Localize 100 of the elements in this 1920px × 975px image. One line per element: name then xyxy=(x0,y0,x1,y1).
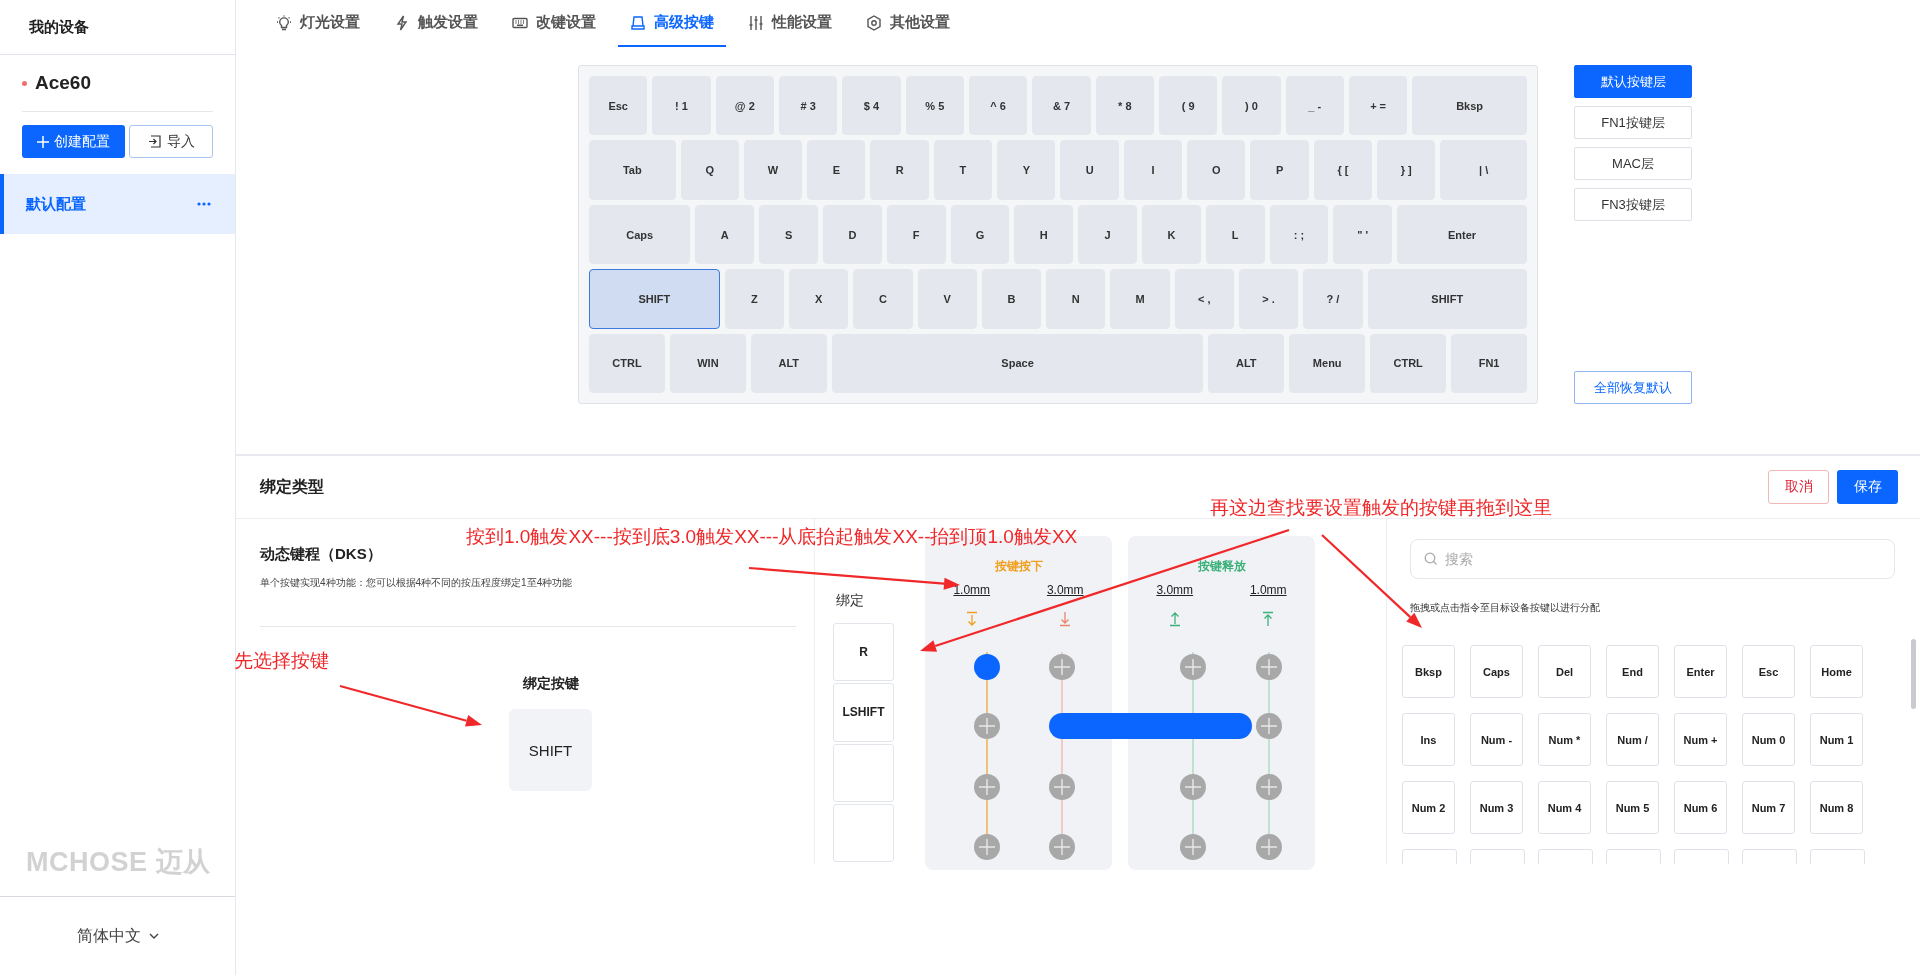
language-select[interactable]: 简体中文 xyxy=(76,925,141,947)
keyboard-key[interactable]: " ' xyxy=(1333,204,1393,265)
keyboard-key[interactable]: & 7 xyxy=(1032,76,1091,136)
binding-slot[interactable]: LSHIFT xyxy=(833,683,894,742)
keyboard-key[interactable]: Menu xyxy=(1289,333,1366,394)
keyboard-key[interactable]: ? / xyxy=(1303,269,1363,329)
keyboard-key[interactable]: } ] xyxy=(1377,140,1436,200)
keyboard-key[interactable]: V xyxy=(917,269,977,329)
empty-slot[interactable] xyxy=(833,743,894,802)
key-tile[interactable]: Num * xyxy=(1538,713,1591,766)
keyboard-key[interactable]: R xyxy=(870,140,929,200)
key-tile[interactable]: Bksp xyxy=(1402,645,1455,698)
keyboard-key[interactable]: Space xyxy=(831,333,1204,394)
layer-button[interactable]: MAC层 xyxy=(1574,147,1692,180)
key-tile[interactable]: Num 3 xyxy=(1470,781,1523,834)
keyboard-key[interactable]: J xyxy=(1078,204,1137,265)
bound-dot[interactable] xyxy=(974,654,1000,680)
add-button[interactable] xyxy=(1256,713,1282,739)
keyboard-key[interactable]: ALT xyxy=(1208,333,1285,394)
layer-button[interactable]: 默认按键层 xyxy=(1574,65,1692,98)
keyboard-key[interactable]: M xyxy=(1110,269,1170,329)
key-tile[interactable]: Num 7 xyxy=(1742,781,1795,834)
keyboard-key[interactable]: Q xyxy=(680,140,739,200)
keyboard-key[interactable]: Z xyxy=(724,269,785,329)
keyboard-key[interactable]: @ 2 xyxy=(715,76,774,136)
keyboard-key[interactable]: Tab xyxy=(589,140,676,200)
keyboard-key[interactable]: ALT xyxy=(750,333,827,394)
key-tile[interactable]: Del xyxy=(1538,645,1591,698)
keyboard-key[interactable]: E xyxy=(807,140,866,200)
keyboard-key[interactable]: D xyxy=(823,204,882,265)
keyboard-key[interactable]: U xyxy=(1060,140,1119,200)
keyboard-key[interactable]: T xyxy=(933,140,993,200)
add-button[interactable] xyxy=(974,774,1000,800)
key-tile[interactable]: End xyxy=(1606,645,1659,698)
keyboard-key[interactable]: Y xyxy=(997,140,1056,200)
key-tile[interactable]: Num / xyxy=(1606,713,1659,766)
tab[interactable]: 改键设置 xyxy=(500,0,608,47)
keyboard-key[interactable]: L xyxy=(1205,204,1265,265)
keyboard-key[interactable]: G xyxy=(950,204,1010,265)
keyboard-key[interactable]: Esc xyxy=(589,76,648,136)
keyboard-key[interactable]: _ - xyxy=(1285,76,1344,136)
keyboard-key[interactable]: O xyxy=(1187,140,1246,200)
keyboard-key[interactable]: W xyxy=(743,140,803,200)
keyboard-key[interactable]: B xyxy=(981,269,1042,329)
key-tile[interactable]: Num + xyxy=(1674,713,1727,766)
scrollbar[interactable] xyxy=(1911,639,1916,709)
key-tile[interactable]: Num 6 xyxy=(1674,781,1727,834)
bound-key[interactable]: SHIFT xyxy=(509,709,592,791)
keyboard-key[interactable]: ! 1 xyxy=(652,76,711,136)
add-button[interactable] xyxy=(1180,654,1206,680)
keyboard-key[interactable]: ) 0 xyxy=(1222,76,1281,136)
keyboard-key[interactable]: * 8 xyxy=(1095,76,1154,136)
layer-button[interactable]: FN3按键层 xyxy=(1574,188,1692,221)
binding-bar[interactable] xyxy=(1049,713,1252,739)
key-tile[interactable]: Caps xyxy=(1470,645,1523,698)
keyboard-key[interactable]: Enter xyxy=(1397,204,1527,265)
key-tile[interactable]: Home xyxy=(1810,645,1863,698)
keyboard-key[interactable]: Bksp xyxy=(1412,76,1527,136)
binding-slot[interactable]: R xyxy=(833,623,894,682)
keyboard-key[interactable]: WIN xyxy=(669,333,746,394)
key-tile[interactable]: Num 0 xyxy=(1742,713,1795,766)
create-config-button[interactable]: 创建配置 xyxy=(22,125,126,158)
keyboard-key[interactable]: S xyxy=(759,204,818,265)
keyboard-key[interactable]: ( 9 xyxy=(1158,76,1218,136)
add-button[interactable] xyxy=(1256,654,1282,680)
keyboard-key[interactable]: N xyxy=(1046,269,1106,329)
tab[interactable]: 触发设置 xyxy=(382,0,490,47)
keyboard-key[interactable]: CTRL xyxy=(1370,333,1447,394)
keyboard-key[interactable]: # 3 xyxy=(779,76,838,136)
keyboard-key[interactable]: SHIFT xyxy=(1367,269,1527,329)
keyboard-key[interactable]: + = xyxy=(1348,76,1408,136)
add-button[interactable] xyxy=(974,834,1000,860)
empty-slot[interactable] xyxy=(833,803,894,862)
key-tile[interactable]: Esc xyxy=(1742,645,1795,698)
key-tile[interactable]: Num 4 xyxy=(1538,781,1591,834)
distance-label[interactable]: 1.0mm xyxy=(953,583,991,597)
keyboard-key[interactable]: Caps xyxy=(589,204,691,265)
keyboard-key[interactable]: > . xyxy=(1238,269,1299,329)
keyboard-key[interactable]: $ 4 xyxy=(842,76,901,136)
key-tile[interactable]: Num 1 xyxy=(1810,713,1863,766)
layer-button[interactable]: FN1按键层 xyxy=(1574,106,1692,139)
keyboard-key[interactable]: : ; xyxy=(1269,204,1329,265)
keyboard-key[interactable]: P xyxy=(1250,140,1309,200)
distance-label[interactable]: 3.0mm xyxy=(1156,583,1194,597)
tab[interactable]: 性能设置 xyxy=(736,0,844,47)
add-button[interactable] xyxy=(1256,834,1282,860)
add-button[interactable] xyxy=(1049,654,1075,680)
keyboard-key[interactable]: % 5 xyxy=(905,76,964,136)
keyboard-key[interactable]: I xyxy=(1123,140,1183,200)
keyboard-key[interactable]: CTRL xyxy=(589,333,665,394)
add-button[interactable] xyxy=(1256,774,1282,800)
keyboard-key[interactable]: A xyxy=(695,204,755,265)
keyboard-key[interactable]: { [ xyxy=(1313,140,1373,200)
tab[interactable]: 高级按键 xyxy=(618,0,726,47)
save-button[interactable]: 保存 xyxy=(1837,470,1898,504)
add-button[interactable] xyxy=(1180,774,1206,800)
key-tile[interactable]: Num 5 xyxy=(1606,781,1659,834)
keyboard-key[interactable]: | \ xyxy=(1440,140,1527,200)
keyboard-key[interactable]: SHIFT xyxy=(589,269,720,329)
key-tile[interactable]: Enter xyxy=(1674,645,1727,698)
